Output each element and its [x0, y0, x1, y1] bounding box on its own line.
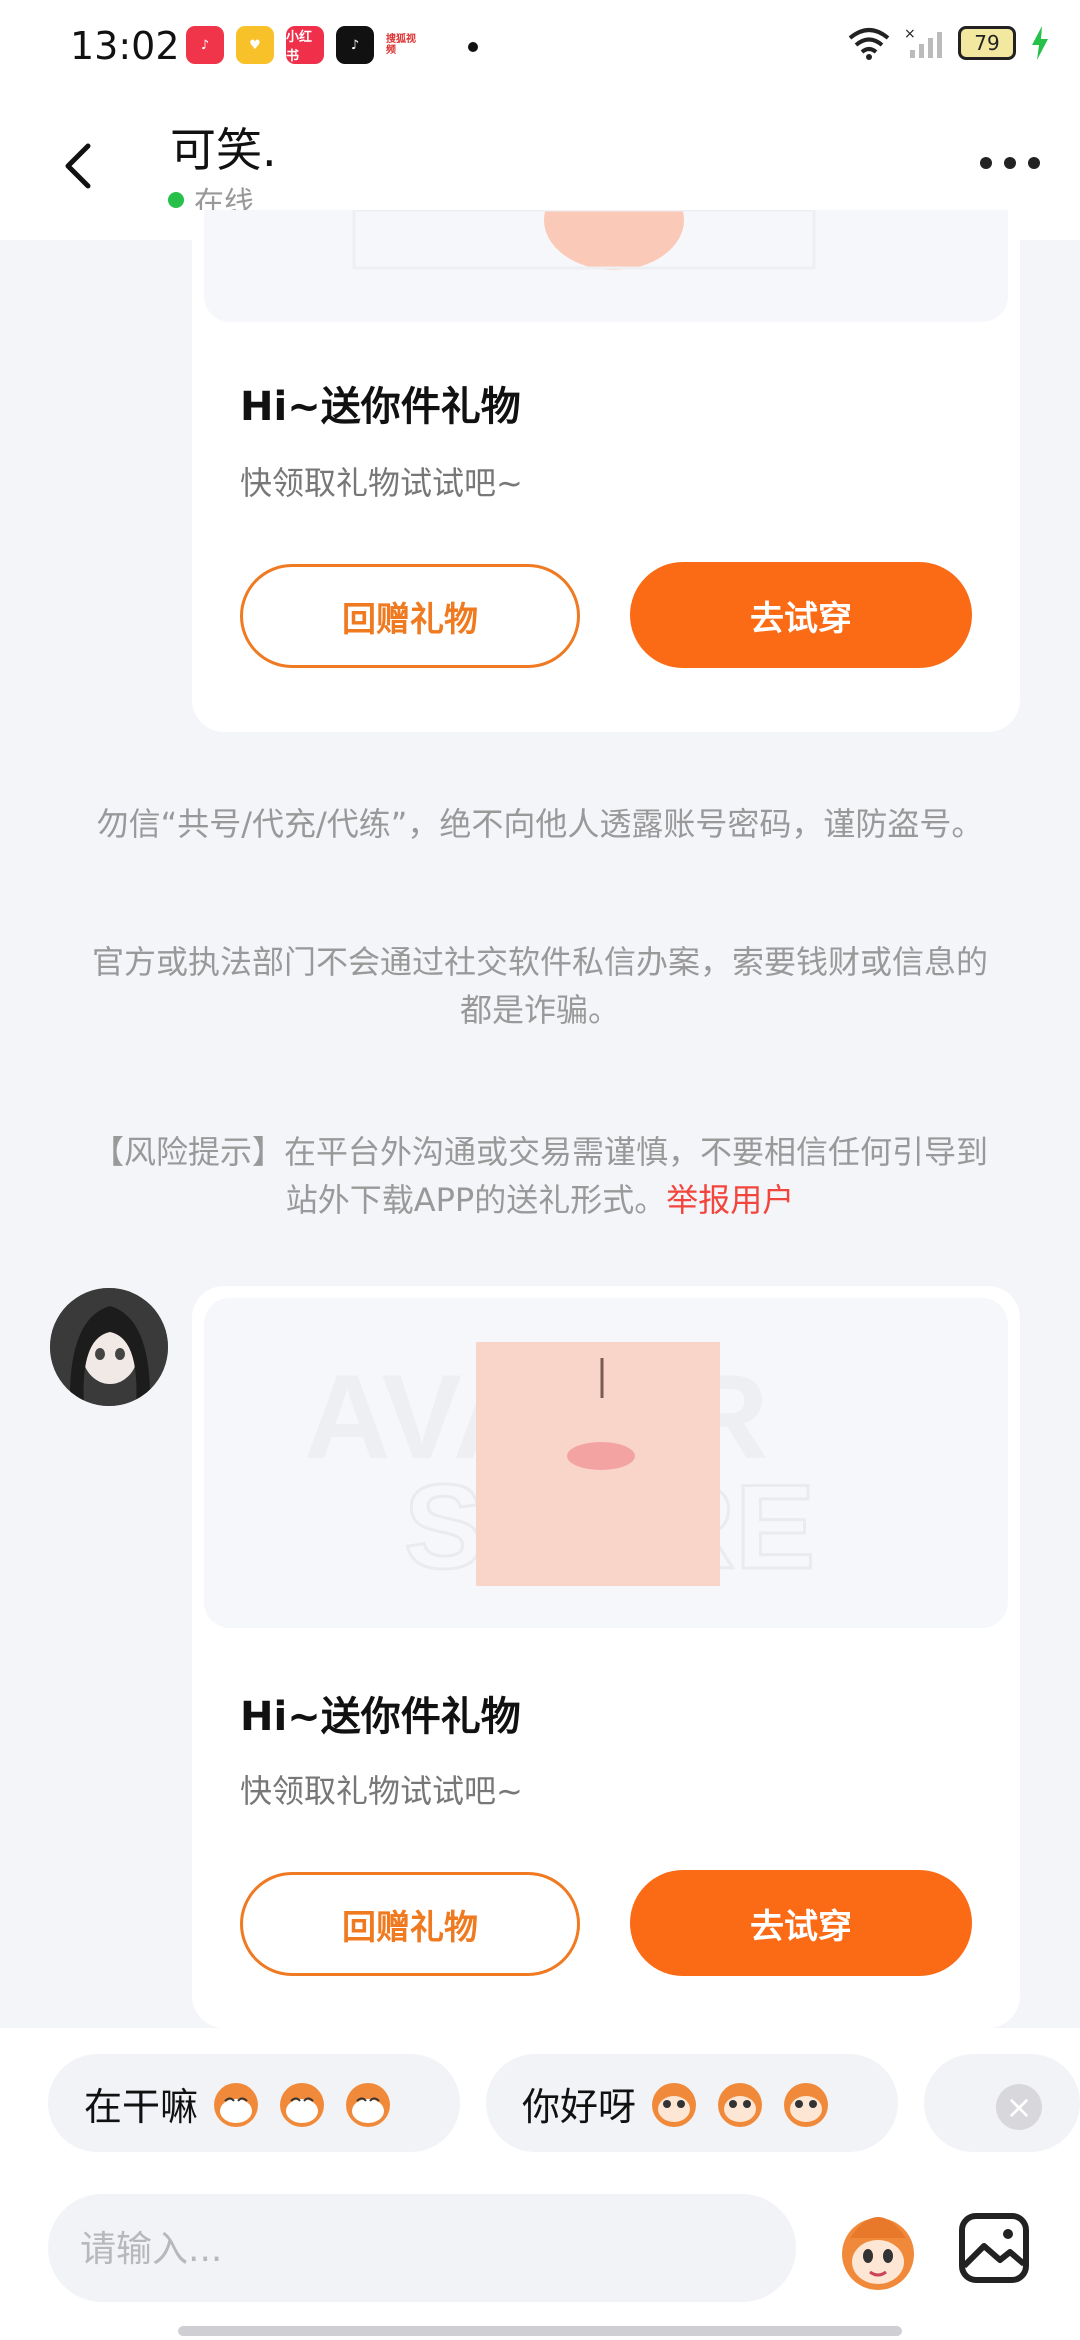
xiaohongshu-app-icon: 小红书 — [286, 26, 324, 64]
gift-card-title: Hi~送你件礼物 — [240, 384, 521, 430]
laughing-monkey-emoji-icon — [346, 2083, 391, 2127]
try-on-button[interactable]: 去试穿 — [630, 562, 972, 668]
home-indicator[interactable] — [178, 2326, 902, 2336]
status-app-icons: ♪ ♥ 小红书 ♪ 搜狐视频 — [186, 26, 424, 64]
message-input[interactable] — [78, 2194, 762, 2304]
sohu-video-app-icon: 搜狐视频 — [386, 26, 424, 64]
more-dot — [980, 157, 992, 169]
coupon-app-icon: ♥ — [236, 26, 274, 64]
charging-icon — [1032, 26, 1048, 60]
gift-card-title: Hi~送你件礼物 — [240, 1694, 521, 1740]
chat-title: 可笑. — [170, 123, 277, 177]
more-dot — [1004, 157, 1016, 169]
gift-card-subtitle: 快领取礼物试试吧~ — [240, 464, 523, 502]
anime-avatar-image — [50, 1288, 168, 1406]
gift-card-subtitle: 快领取礼物试试吧~ — [240, 1772, 523, 1810]
notification-dot — [468, 42, 478, 52]
gift-image-art — [352, 210, 816, 270]
status-right: × 79 — [848, 26, 1050, 60]
status-time: 13:02 — [70, 24, 180, 68]
more-dot — [1028, 157, 1040, 169]
status-bar: 13:02 ♪ ♥ 小红书 ♪ 搜狐视频 × 79 — [0, 0, 1080, 96]
wifi-icon — [848, 28, 890, 60]
back-button[interactable] — [50, 136, 110, 196]
svg-text:×: × — [904, 26, 916, 42]
gift-card: AVATAR STORE Hi~送你件礼物 快领取礼物试试吧~ 回赠礼物 去试穿 — [192, 1286, 1020, 2028]
account-safety-notice: 勿信“共号/代充/代练”，绝不向他人透露账号密码，谨防盗号。 — [96, 805, 984, 843]
risk-tip-text: 【风险提示】在平台外沟通或交易需谨慎，不要相信任何引导到站外下载APP的送礼形式… — [91, 1133, 988, 1219]
return-gift-button[interactable]: 回赠礼物 — [240, 564, 580, 668]
surprised-monkey-emoji-icon — [652, 2083, 697, 2127]
laughing-monkey-emoji-icon — [280, 2083, 325, 2127]
risk-tip-notice: 【风险提示】在平台外沟通或交易需谨慎，不要相信任何引导到站外下载APP的送礼形式… — [80, 1128, 1000, 1224]
tiktok-app-icon: ♪ — [336, 26, 374, 64]
return-gift-button[interactable]: 回赠礼物 — [240, 1872, 580, 1976]
signal-icon: × — [904, 26, 942, 58]
quick-reply-chip[interactable]: 在干嘛 — [48, 2054, 460, 2152]
gift-image-art: AVATAR STORE — [304, 1342, 817, 1596]
report-user-link[interactable]: 举报用户 — [666, 1181, 794, 1219]
sticker-monkey-icon[interactable] — [830, 2202, 926, 2298]
online-dot-icon — [168, 192, 184, 208]
sender-avatar[interactable] — [50, 1288, 168, 1406]
more-options-button[interactable] — [980, 148, 1040, 178]
surprised-monkey-emoji-icon — [784, 2083, 829, 2127]
fraud-warning-notice: 官方或执法部门不会通过社交软件私信办案，索要钱财或信息的都是诈骗。 — [91, 943, 988, 1029]
try-on-button[interactable]: 去试穿 — [630, 1870, 972, 1976]
bottom-input-panel: 在干嘛 你好呀 × — [0, 2028, 1080, 2340]
quick-reply-chip[interactable]: 你好呀 — [486, 2054, 898, 2152]
message-input-box[interactable] — [48, 2194, 796, 2304]
quick-reply-label: 在干嘛 — [84, 2084, 199, 2129]
close-quick-replies-icon[interactable]: × — [996, 2084, 1042, 2130]
surprised-monkey-emoji-icon — [718, 2083, 763, 2127]
quick-reply-label: 你好呀 — [522, 2084, 637, 2129]
laughing-monkey-emoji-icon — [214, 2083, 259, 2127]
gift-preview-image[interactable] — [204, 210, 1008, 322]
gift-card: Hi~送你件礼物 快领取礼物试试吧~ 回赠礼物 去试穿 — [192, 210, 1020, 732]
gift-preview-image[interactable]: AVATAR STORE — [204, 1298, 1008, 1628]
image-picker-icon[interactable] — [956, 2210, 1032, 2286]
music-app-icon: ♪ — [186, 26, 224, 64]
battery-indicator: 79 — [958, 26, 1016, 60]
